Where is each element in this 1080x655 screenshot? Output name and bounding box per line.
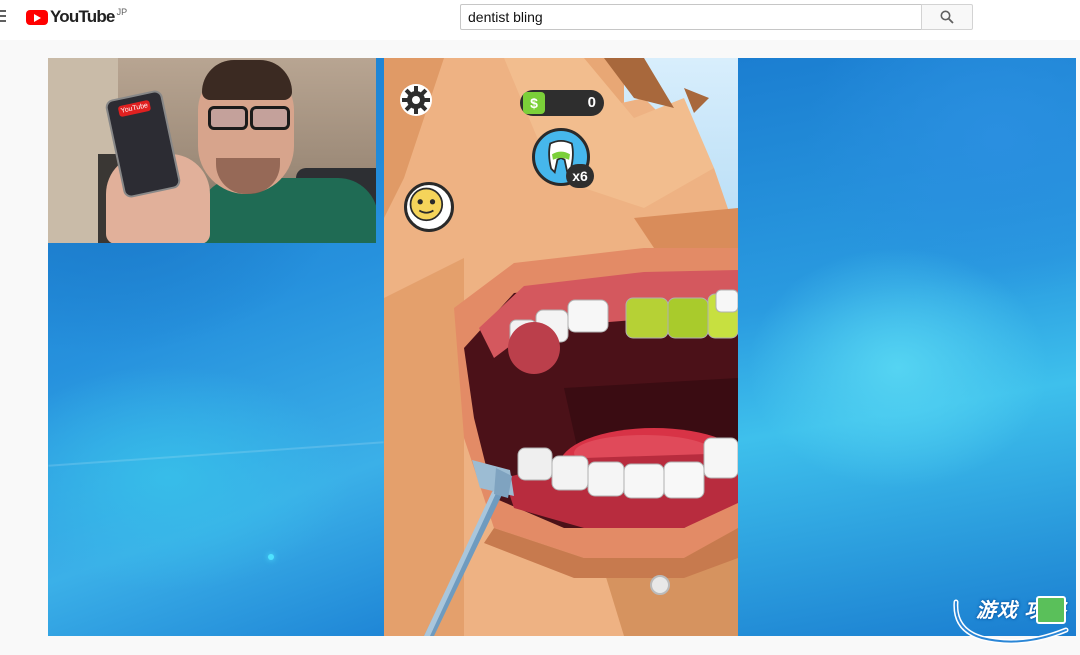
smiley-face-graphic xyxy=(409,187,444,222)
money-counter: $ 0 xyxy=(520,90,604,116)
video-player[interactable]: YouTube $ 0 x6 xyxy=(48,58,1076,636)
watermark-badge xyxy=(1036,596,1066,624)
search-input[interactable] xyxy=(461,5,921,29)
smiley-face-icon[interactable] xyxy=(404,182,454,232)
search-icon xyxy=(940,10,954,24)
video-background-right xyxy=(738,58,1076,636)
money-value: 0 xyxy=(587,94,596,111)
dollar-icon: $ xyxy=(523,92,545,114)
search-box xyxy=(460,4,922,30)
background-sparkle xyxy=(268,554,274,560)
webcam-overlay: YouTube xyxy=(48,58,376,243)
masthead: YouTube JP xyxy=(0,0,1080,40)
logo-region: JP xyxy=(116,7,128,17)
youtube-play-icon xyxy=(26,9,48,25)
tooth-count-badge: x6 xyxy=(566,164,594,188)
game-screen: $ 0 x6 xyxy=(384,58,738,636)
search-button[interactable] xyxy=(921,4,973,30)
youtube-logo[interactable]: YouTube JP xyxy=(26,6,127,28)
logo-text: YouTube xyxy=(50,7,115,26)
gear-icon[interactable] xyxy=(398,82,434,118)
site-watermark: 游戏 攻略 xyxy=(952,590,1072,648)
webcam-person-glasses xyxy=(198,106,298,132)
webcam-person-hair xyxy=(202,60,292,100)
phone-case-logo: YouTube xyxy=(117,99,152,118)
hamburger-menu-icon[interactable] xyxy=(0,10,6,24)
